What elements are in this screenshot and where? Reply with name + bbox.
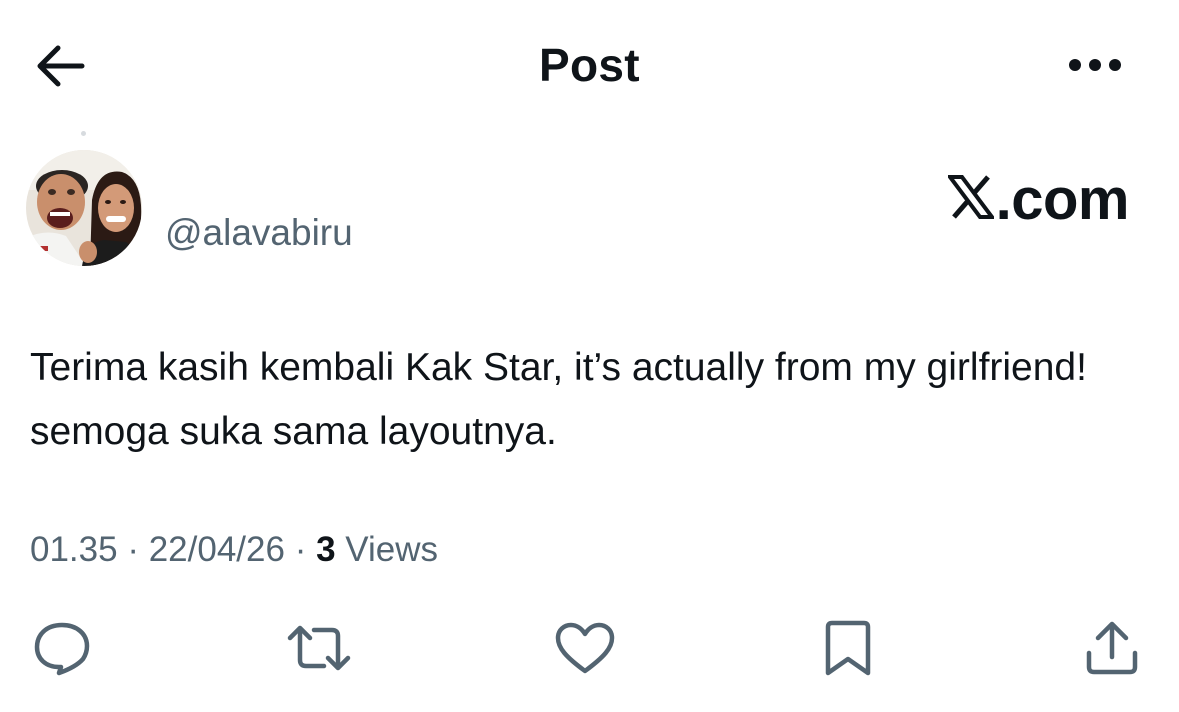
x-logo-icon — [945, 166, 996, 233]
x-watermark: .com — [945, 166, 1130, 233]
bookmark-icon — [824, 619, 872, 682]
reply-icon — [32, 620, 92, 681]
heart-icon — [554, 621, 616, 680]
views-count: 3 — [316, 530, 336, 569]
ellipsis-icon — [1065, 57, 1125, 78]
like-button[interactable] — [550, 615, 620, 685]
post-text: Terima kasih kembali Kak Star, it’s actu… — [30, 346, 1087, 453]
views-label: Views — [345, 530, 439, 569]
more-options-button[interactable] — [1058, 42, 1132, 92]
reply-button[interactable] — [27, 615, 97, 685]
author-handle[interactable]: @alavabiru — [165, 212, 353, 254]
bookmark-button[interactable] — [813, 615, 883, 685]
divider-dot — [81, 131, 86, 136]
watermark-text: .com — [995, 167, 1130, 232]
page-title: Post — [539, 39, 640, 91]
post-time[interactable]: 01.35 — [30, 530, 118, 569]
share-button[interactable] — [1077, 615, 1147, 685]
repost-icon — [286, 622, 352, 679]
meta-separator: · — [127, 530, 139, 569]
avatar[interactable] — [26, 150, 142, 266]
action-bar — [0, 615, 1179, 685]
repost-button[interactable] — [284, 615, 354, 685]
post-meta: 01.35 · 22/04/26 · 3 Views — [30, 530, 438, 570]
meta-separator: · — [294, 530, 307, 569]
post-date[interactable]: 22/04/26 — [149, 530, 285, 569]
share-icon — [1084, 619, 1140, 682]
top-bar: Post — [0, 0, 1179, 130]
